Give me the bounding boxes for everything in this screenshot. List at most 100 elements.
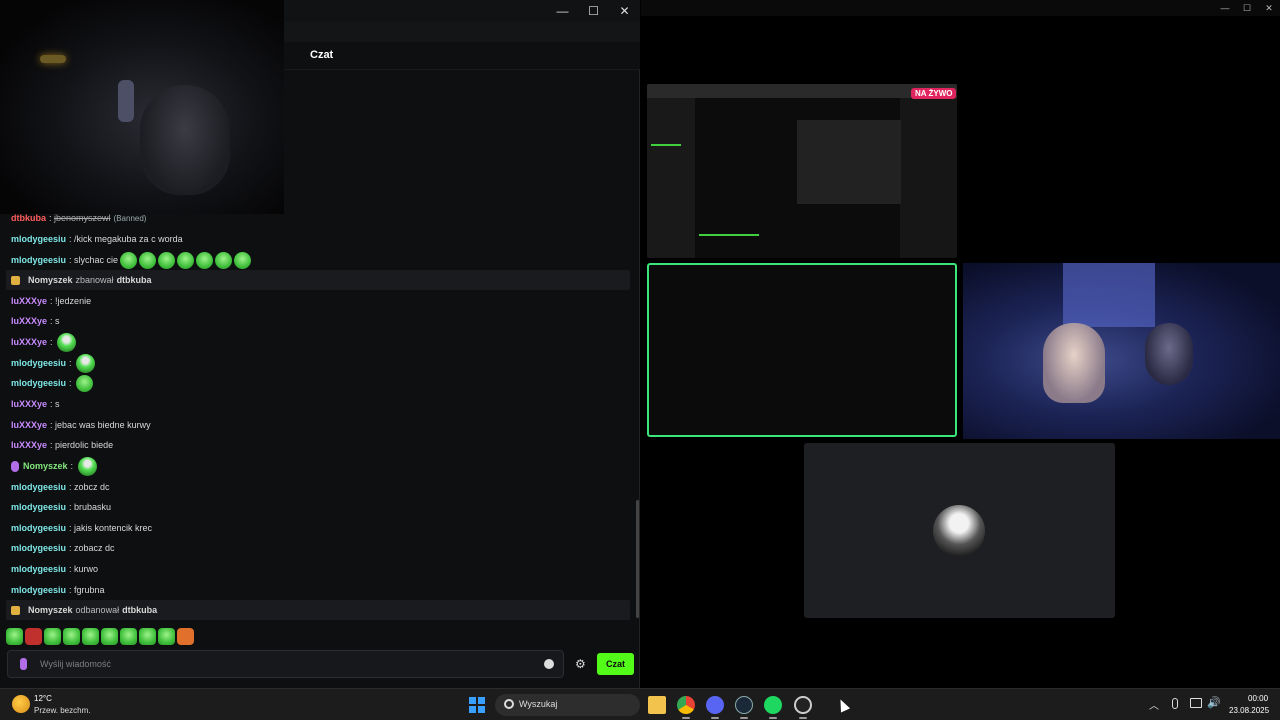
moderator-name: Nomyszek xyxy=(28,275,73,285)
tray-microphone-icon[interactable] xyxy=(1172,698,1178,709)
chat-scrollbar[interactable] xyxy=(636,500,639,618)
obs-icon[interactable] xyxy=(794,696,812,714)
message-username[interactable]: luXXXye xyxy=(11,420,47,430)
chat-message: mlodygeesiu: xyxy=(11,373,94,393)
quick-emote-bar xyxy=(6,628,194,646)
running-indicator xyxy=(682,717,690,719)
person xyxy=(1043,323,1105,403)
network-icon[interactable] xyxy=(1190,698,1202,708)
emote-icon xyxy=(215,251,233,269)
emoji-picker-icon[interactable] xyxy=(544,659,554,669)
message-username[interactable]: luXXXye xyxy=(11,296,47,306)
running-indicator xyxy=(711,717,719,719)
message-username[interactable]: luXXXye xyxy=(11,316,47,326)
file-explorer-icon[interactable] xyxy=(648,696,666,714)
message-text: zobacz dc xyxy=(74,543,115,553)
chat-message: luXXXye: pierdolic biede xyxy=(11,440,114,450)
volume-icon[interactable]: 🔊 xyxy=(1207,696,1221,709)
message-username[interactable]: mlodygeesiu xyxy=(11,255,66,265)
moderation-action: odbanował xyxy=(75,605,120,615)
message-username[interactable]: mlodygeesiu xyxy=(11,358,66,368)
maximize-button[interactable]: ☐ xyxy=(578,0,609,22)
spotify-icon[interactable] xyxy=(764,696,782,714)
window-controls: — ☐ ✕ xyxy=(547,0,640,22)
message-username[interactable]: mlodygeesiu xyxy=(11,523,66,533)
emote-button[interactable] xyxy=(139,628,156,645)
emote-button[interactable] xyxy=(6,628,23,645)
message-username[interactable]: luXXXye xyxy=(11,440,47,450)
moderation-target: dtbkuba xyxy=(122,605,158,615)
emote-button[interactable] xyxy=(63,628,80,645)
send-chat-button[interactable]: Czat xyxy=(597,653,634,675)
running-indicator xyxy=(740,717,748,719)
banned-note: (Banned) xyxy=(113,213,147,223)
windows-logo-tile xyxy=(478,706,485,713)
steam-icon[interactable] xyxy=(735,696,753,714)
weather-sun-icon[interactable] xyxy=(12,695,30,713)
emote-button[interactable] xyxy=(101,628,118,645)
clock-time[interactable]: 00:00 xyxy=(1248,694,1268,703)
shared-green-bar xyxy=(651,144,681,146)
message-username[interactable]: mlodygeesiu xyxy=(11,378,66,388)
message-username[interactable]: mlodygeesiu xyxy=(11,482,66,492)
emote-button[interactable] xyxy=(177,628,194,645)
close-button[interactable]: ✕ xyxy=(1258,0,1280,16)
chat-input[interactable] xyxy=(40,656,520,672)
message-username[interactable]: mlodygeesiu xyxy=(11,543,66,553)
moderation-notice: Nomyszek odbanował dtbkuba xyxy=(6,600,630,620)
message-username[interactable]: luXXXye xyxy=(11,399,47,409)
headphones xyxy=(118,80,134,122)
chrome-icon[interactable] xyxy=(677,696,695,714)
message-text: slychac cie xyxy=(74,255,119,265)
emote-button[interactable] xyxy=(158,628,175,645)
chat-message: mlodygeesiu: /kick megakuba za c worda xyxy=(11,234,183,244)
weather-temperature[interactable]: 12°C xyxy=(34,694,52,703)
windows-logo-tile xyxy=(469,706,476,713)
message-username[interactable]: mlodygeesiu xyxy=(11,564,66,574)
message-username[interactable]: Nomyszek xyxy=(23,461,68,471)
taskbar-search[interactable]: Wyszukaj xyxy=(495,694,640,716)
chat-message: mlodygeesiu: jakis kontencik krec xyxy=(11,523,153,533)
weather-description[interactable]: Przew. bezchm. xyxy=(34,706,90,715)
participant-tile-speaking[interactable] xyxy=(647,263,957,437)
message-text: !jedzenie xyxy=(55,296,92,306)
tray-chevron-up-icon[interactable]: ︿ xyxy=(1149,697,1159,712)
call-titlebar: — ☐ ✕ xyxy=(641,0,1280,16)
moderator-name: Nomyszek xyxy=(28,605,73,615)
chat-message: mlodygeesiu: kurwo xyxy=(11,564,99,574)
chat-message: mlodygeesiu: fgrubna xyxy=(11,585,105,595)
emote-button[interactable] xyxy=(25,628,42,645)
emote-button[interactable] xyxy=(82,628,99,645)
room-window xyxy=(1063,263,1155,327)
minimize-button[interactable]: — xyxy=(1214,0,1236,16)
emote-icon xyxy=(177,251,195,269)
maximize-button[interactable]: ☐ xyxy=(1236,0,1258,16)
microphone-icon[interactable] xyxy=(20,658,27,670)
message-username[interactable]: dtbkuba xyxy=(11,213,46,223)
start-button[interactable] xyxy=(469,697,485,713)
emote-icon xyxy=(57,332,77,352)
emote-icon xyxy=(120,251,138,269)
participant-webcam-tile[interactable] xyxy=(963,263,1280,439)
moderation-action: zbanował xyxy=(75,275,114,285)
settings-gear-icon[interactable]: ⚙ xyxy=(575,657,586,671)
discord-icon[interactable] xyxy=(706,696,724,714)
message-text: fgrubna xyxy=(74,585,105,595)
participant-avatar-tile[interactable] xyxy=(804,443,1115,618)
message-username[interactable]: mlodygeesiu xyxy=(11,502,66,512)
message-text: brubasku xyxy=(74,502,112,512)
message-username[interactable]: luXXXye xyxy=(11,337,47,347)
screenshare-tile[interactable]: NA ŻYWO xyxy=(647,84,957,258)
windows-logo-tile xyxy=(469,697,476,704)
emote-button[interactable] xyxy=(44,628,61,645)
close-button[interactable]: ✕ xyxy=(609,0,640,22)
search-icon xyxy=(504,699,514,709)
clock-date[interactable]: 23.08.2025 xyxy=(1229,706,1269,715)
message-text: jebac was biedne kurwy xyxy=(55,420,151,430)
call-window: — ☐ ✕ NA ŻYWO xyxy=(641,0,1280,688)
message-username[interactable]: mlodygeesiu xyxy=(11,585,66,595)
minimize-button[interactable]: — xyxy=(547,0,578,22)
message-username[interactable]: mlodygeesiu xyxy=(11,234,66,244)
emote-button[interactable] xyxy=(120,628,137,645)
chat-message: mlodygeesiu: zobcz dc xyxy=(11,482,110,492)
